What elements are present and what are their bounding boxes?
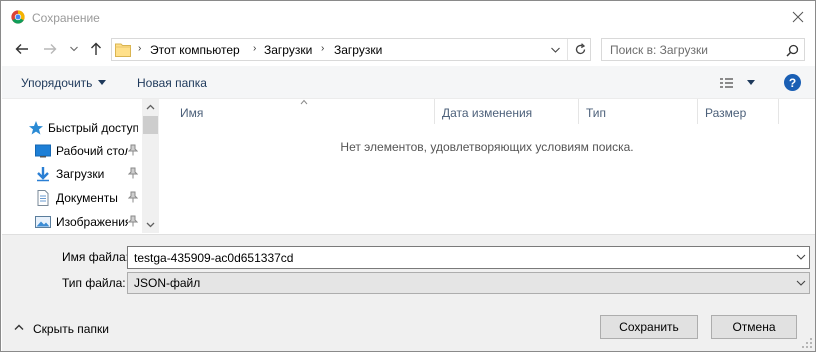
breadcrumb-separator: › bbox=[253, 43, 257, 54]
scroll-down-icon[interactable] bbox=[146, 220, 155, 229]
cancel-button[interactable]: Отмена bbox=[711, 315, 797, 339]
filename-input[interactable] bbox=[128, 247, 788, 268]
chevron-down-icon bbox=[98, 80, 106, 85]
sidebar-item-label: Документы bbox=[56, 191, 118, 205]
up-arrow-icon bbox=[91, 42, 101, 55]
address-dropdown-button[interactable] bbox=[548, 42, 562, 57]
pin-icon bbox=[128, 144, 138, 156]
navigation-pane: Быстрый доступ Рабочий стол Загрузки Док… bbox=[2, 99, 159, 233]
chevron-up-icon bbox=[14, 324, 24, 330]
chevron-down-icon bbox=[550, 47, 560, 53]
chevron-down-icon bbox=[796, 280, 806, 286]
toolbar: Упорядочить Новая папка ? bbox=[2, 66, 815, 99]
refresh-icon bbox=[575, 43, 585, 55]
close-button[interactable] bbox=[787, 7, 809, 27]
chevron-down-icon bbox=[70, 46, 78, 52]
breadcrumb-this-pc[interactable]: Этот компьютер bbox=[150, 43, 240, 57]
breadcrumb-downloads-sub[interactable]: Загрузки bbox=[334, 43, 382, 57]
sidebar-item-quick-access[interactable]: Быстрый доступ bbox=[2, 117, 142, 139]
column-header-size[interactable]: Размер bbox=[698, 99, 779, 124]
save-dialog: Сохранение › Этот компьютер › Загрузки ›… bbox=[0, 0, 816, 352]
filename-combobox bbox=[127, 246, 810, 269]
view-options-dropdown[interactable] bbox=[747, 80, 755, 85]
download-icon bbox=[37, 167, 49, 182]
back-arrow-icon bbox=[15, 44, 28, 54]
scroll-up-icon[interactable] bbox=[146, 103, 155, 112]
back-button[interactable] bbox=[13, 40, 31, 58]
star-icon bbox=[29, 121, 43, 135]
save-form: Имя файла: Тип файла: JSON-файл Скрыть п… bbox=[2, 234, 815, 351]
pin-icon bbox=[128, 191, 138, 203]
sidebar-item-downloads[interactable]: Загрузки bbox=[2, 163, 142, 185]
column-header-date[interactable]: Дата изменения bbox=[435, 99, 579, 124]
sidebar-item-label: Изображения bbox=[56, 215, 128, 229]
breadcrumb-downloads[interactable]: Загрузки bbox=[264, 43, 312, 57]
new-folder-button[interactable]: Новая папка bbox=[137, 76, 207, 90]
document-icon bbox=[37, 190, 49, 206]
filetype-select[interactable]: JSON-файл bbox=[127, 272, 810, 294]
sidebar-item-label: Рабочий стол bbox=[56, 144, 128, 158]
scrollbar-thumb[interactable] bbox=[143, 116, 158, 134]
sidebar-item-label: Быстрый доступ bbox=[48, 121, 138, 135]
forward-arrow-icon bbox=[44, 44, 57, 54]
close-icon bbox=[792, 11, 804, 23]
recent-locations-button[interactable] bbox=[65, 40, 83, 58]
folder-icon bbox=[115, 43, 131, 57]
column-header-type[interactable]: Тип bbox=[579, 99, 698, 124]
title-bar: Сохранение bbox=[1, 1, 815, 33]
view-options-icon[interactable] bbox=[718, 75, 738, 91]
filetype-value: JSON-файл bbox=[134, 276, 201, 290]
up-button[interactable] bbox=[87, 40, 105, 58]
search-icon bbox=[785, 44, 798, 57]
sidebar-item-desktop[interactable]: Рабочий стол bbox=[2, 140, 142, 162]
empty-message: Нет элементов, удовлетворяющих условиям … bbox=[340, 140, 634, 154]
sidebar-item-label: Загрузки bbox=[56, 167, 105, 181]
chrome-icon bbox=[11, 10, 25, 24]
help-button[interactable]: ? bbox=[784, 74, 801, 91]
search-box bbox=[601, 38, 805, 61]
pin-icon bbox=[128, 167, 138, 179]
chevron-down-icon[interactable] bbox=[795, 251, 807, 263]
save-button[interactable]: Сохранить bbox=[600, 315, 698, 339]
column-header-name[interactable]: Имя bbox=[173, 99, 435, 124]
forward-button[interactable] bbox=[41, 40, 59, 58]
organize-button[interactable]: Упорядочить bbox=[21, 76, 92, 90]
pin-icon bbox=[128, 215, 138, 227]
window-title: Сохранение bbox=[32, 11, 100, 25]
hide-folders-label: Скрыть папки bbox=[33, 322, 109, 336]
breadcrumb-separator: › bbox=[321, 43, 325, 54]
desktop-icon bbox=[35, 144, 51, 158]
search-input[interactable] bbox=[602, 39, 780, 60]
sidebar-item-pictures[interactable]: Изображения bbox=[2, 211, 142, 233]
file-list: Имя Дата изменения Тип Размер Нет элемен… bbox=[159, 99, 815, 233]
sidebar-item-documents[interactable]: Документы bbox=[2, 187, 142, 209]
sidebar-scrollbar[interactable] bbox=[142, 99, 159, 233]
address-bar[interactable]: › Этот компьютер › Загрузки › Загрузки bbox=[111, 38, 591, 61]
refresh-button[interactable] bbox=[571, 41, 589, 58]
divider bbox=[567, 39, 568, 60]
pictures-icon bbox=[35, 216, 51, 228]
filetype-label: Тип файла: bbox=[62, 276, 126, 290]
filename-label: Имя файла: bbox=[62, 250, 129, 264]
search-button[interactable] bbox=[784, 42, 800, 58]
resize-grip-icon[interactable] bbox=[802, 338, 813, 349]
breadcrumb-separator: › bbox=[138, 43, 142, 54]
